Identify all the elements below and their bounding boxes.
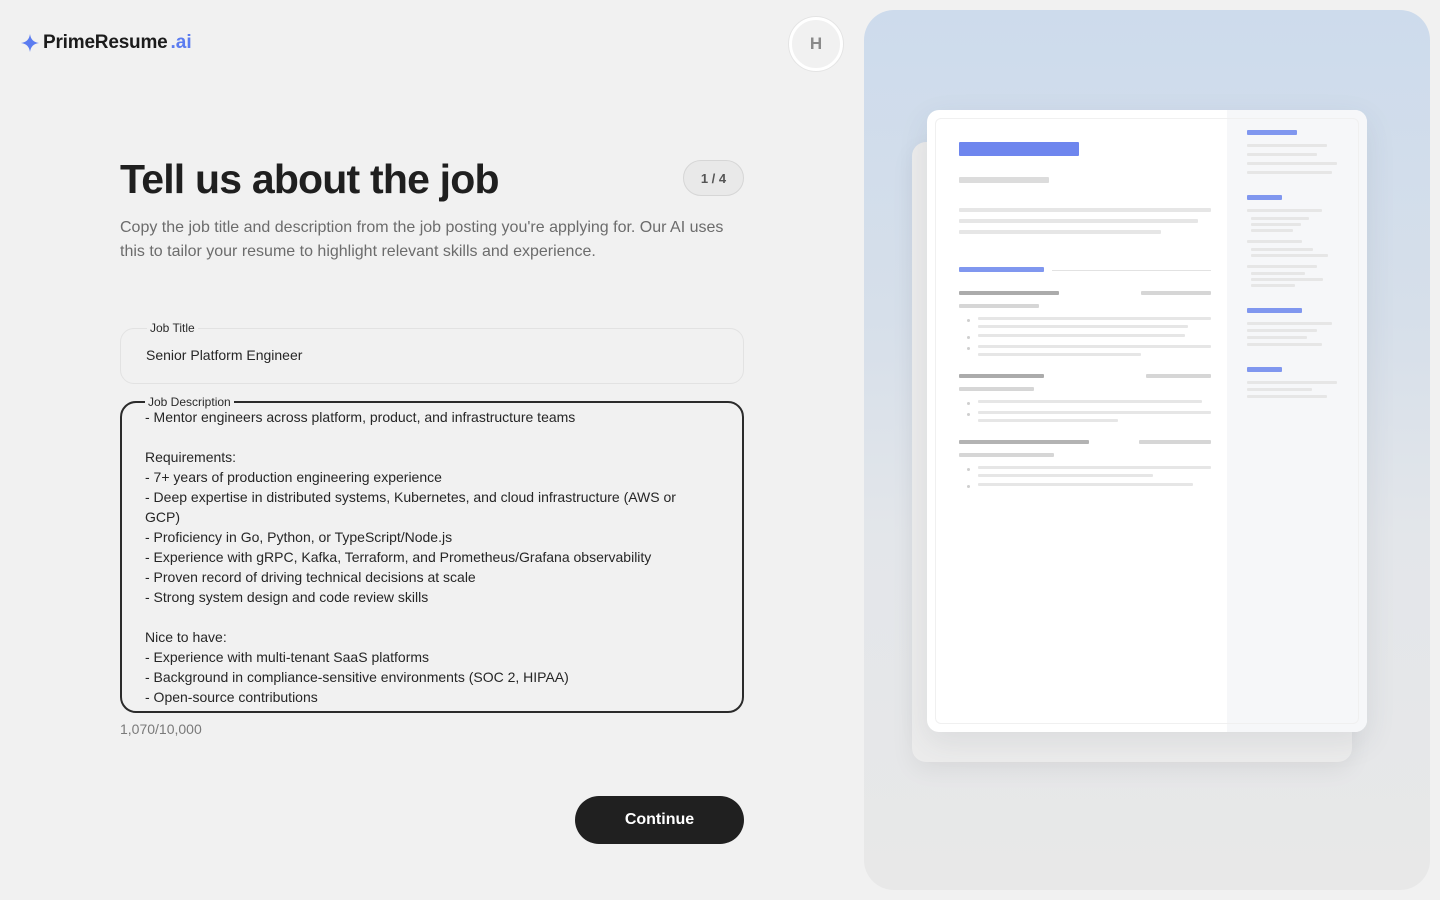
brand-logo[interactable]: PrimeResume .ai [20, 32, 192, 54]
job-description-label: Job Description [145, 394, 234, 410]
preview-sidebar-heading [1247, 130, 1297, 135]
preview-sidebar-line [1251, 254, 1328, 257]
preview-sidebar-line [1251, 217, 1309, 220]
preview-headline-bar [959, 177, 1049, 183]
preview-sidebar-line [1247, 162, 1337, 165]
preview-sidebar-line [1247, 171, 1332, 174]
preview-section-heading [959, 267, 1044, 272]
preview-bullet-line [978, 474, 1153, 477]
preview-bullet [967, 347, 970, 350]
preview-sidebar-line [1247, 240, 1302, 243]
job-title-input[interactable]: Senior Platform Engineer [146, 347, 302, 363]
preview-sidebar-line [1247, 381, 1337, 384]
preview-sidebar-line [1247, 343, 1322, 346]
preview-bullet-line [978, 345, 1211, 348]
preview-summary-line [959, 219, 1198, 223]
preview-sidebar-line [1251, 229, 1293, 232]
preview-summary-line [959, 230, 1161, 234]
step-indicator: 1 / 4 [683, 160, 744, 196]
job-description-textarea[interactable]: - Mentor engineers across platform, prod… [145, 407, 712, 707]
job-title-label: Job Title [147, 320, 198, 336]
preview-sidebar-line [1251, 248, 1313, 251]
preview-sidebar-line [1251, 272, 1305, 275]
character-count: 1,070/10,000 [120, 721, 202, 737]
preview-summary-line [959, 208, 1211, 212]
job-description-scroll[interactable]: - Mentor engineers across platform, prod… [122, 403, 742, 711]
preview-bullet-line [978, 411, 1211, 414]
preview-bullet-line [978, 353, 1141, 356]
preview-sidebar-line [1247, 329, 1317, 332]
brand-tld: .ai [170, 32, 192, 53]
preview-job-title-bar [959, 291, 1059, 295]
preview-job-date-bar [1139, 440, 1211, 444]
preview-sidebar-line [1247, 153, 1317, 156]
preview-sidebar-heading [1247, 367, 1282, 372]
preview-name-bar [959, 142, 1079, 156]
preview-company-bar [959, 304, 1039, 308]
preview-bullet-line [978, 325, 1188, 328]
preview-sidebar-line [1251, 223, 1301, 226]
preview-bullet [967, 413, 970, 416]
sparkle-icon [21, 34, 39, 52]
preview-sidebar-line [1251, 284, 1295, 287]
preview-bullet-line [978, 334, 1185, 337]
resume-preview-panel [864, 10, 1430, 890]
form-column: PrimeResume .ai H Tell us about the job 1… [0, 0, 864, 900]
preview-sidebar-line [1251, 278, 1323, 281]
user-avatar[interactable]: H [789, 17, 843, 71]
preview-bullet-line [978, 317, 1211, 320]
preview-bullet-line [978, 400, 1202, 403]
brand-name: PrimeResume [43, 32, 168, 53]
page-title: Tell us about the job [120, 156, 500, 202]
job-title-field[interactable]: Job Title Senior Platform Engineer [120, 320, 744, 384]
preview-sidebar-line [1247, 322, 1332, 325]
preview-sidebar-heading [1247, 195, 1282, 200]
preview-job-title-bar [959, 374, 1044, 378]
preview-job-title-bar [959, 440, 1089, 444]
job-description-field[interactable]: - Mentor engineers across platform, prod… [120, 394, 744, 713]
preview-bullet-line [978, 466, 1211, 469]
preview-company-bar [959, 453, 1054, 457]
preview-company-bar [959, 387, 1034, 391]
preview-sidebar-line [1247, 388, 1312, 391]
preview-sidebar-line [1247, 144, 1327, 147]
resume-preview-sheet [927, 110, 1367, 732]
preview-sidebar-line [1247, 209, 1322, 212]
preview-bullet [967, 319, 970, 322]
preview-sidebar-line [1247, 395, 1327, 398]
preview-bullet [967, 468, 970, 471]
preview-job-date-bar [1141, 291, 1211, 295]
preview-bullet [967, 485, 970, 488]
continue-button[interactable]: Continue [575, 796, 744, 844]
preview-sidebar-line [1247, 336, 1307, 339]
preview-bullet [967, 336, 970, 339]
page-subtitle: Copy the job title and description from … [120, 219, 724, 260]
preview-job-date-bar [1146, 374, 1211, 378]
preview-section-rule [1052, 270, 1211, 271]
preview-bullet [967, 402, 970, 405]
preview-sidebar-heading [1247, 308, 1302, 313]
preview-bullet-line [978, 483, 1193, 486]
preview-sidebar-line [1247, 265, 1317, 268]
preview-bullet-line [978, 419, 1118, 422]
